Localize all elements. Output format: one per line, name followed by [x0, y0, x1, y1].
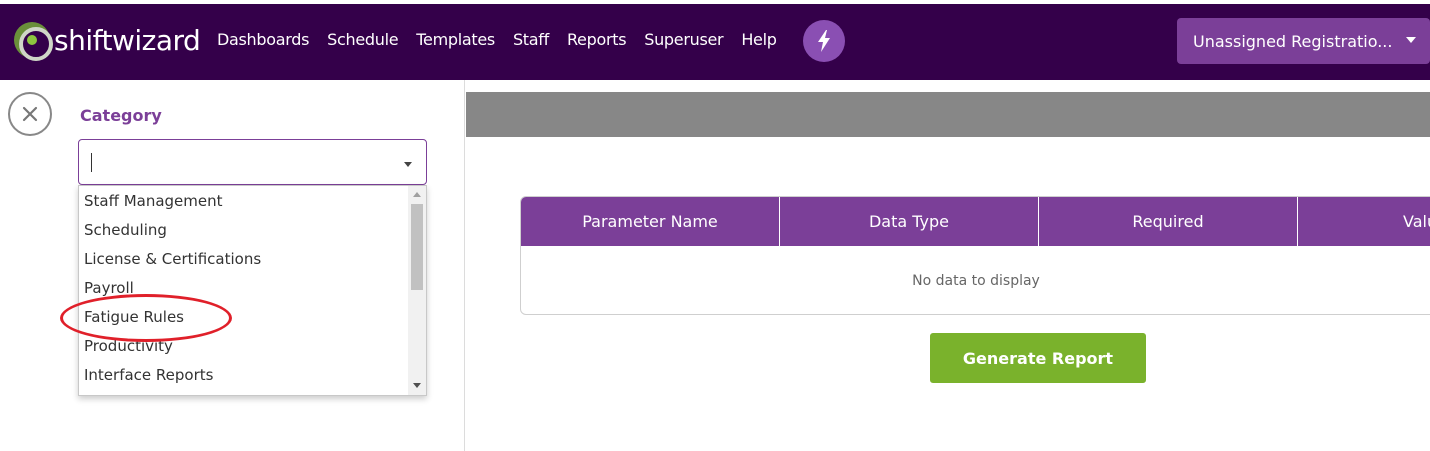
table-header: Parameter Name Data Type Required Valu: [521, 197, 1430, 246]
scroll-down-arrow-icon[interactable]: [413, 383, 421, 388]
column-data-type[interactable]: Data Type: [780, 197, 1039, 246]
scroll-thumb[interactable]: [411, 204, 423, 290]
account-dropdown[interactable]: Unassigned Registratio...: [1177, 18, 1430, 64]
category-label: Category: [80, 106, 162, 125]
nav-dashboards[interactable]: Dashboards: [217, 30, 309, 49]
shiftwizard-logo-icon: [14, 22, 53, 61]
option-staff-management[interactable]: Staff Management: [79, 187, 409, 216]
option-license-certifications[interactable]: License & Certifications: [79, 245, 409, 274]
column-value[interactable]: Valu: [1298, 197, 1430, 246]
nav-templates[interactable]: Templates: [416, 30, 495, 49]
nav-schedule[interactable]: Schedule: [327, 30, 398, 49]
report-title-bar: [466, 92, 1430, 137]
option-productivity[interactable]: Productivity: [79, 332, 409, 361]
option-payroll[interactable]: Payroll: [79, 274, 409, 303]
quick-actions-button[interactable]: [803, 20, 845, 62]
category-dropdown-list: Staff Management Scheduling License & Ce…: [78, 185, 427, 396]
column-parameter-name[interactable]: Parameter Name: [521, 197, 780, 246]
nav-help[interactable]: Help: [741, 30, 777, 49]
option-interface-reports[interactable]: Interface Reports: [79, 361, 409, 390]
top-navigation-bar: shiftwizard Dashboards Schedule Template…: [0, 0, 1430, 80]
column-required[interactable]: Required: [1039, 197, 1298, 246]
lightning-bolt-icon: [818, 30, 830, 52]
close-icon: [22, 106, 38, 122]
generate-report-button[interactable]: Generate Report: [930, 333, 1146, 383]
main-nav: Dashboards Schedule Templates Staff Repo…: [217, 30, 795, 49]
nav-reports[interactable]: Reports: [567, 30, 627, 49]
chevron-down-icon: [1406, 37, 1416, 43]
dropdown-scrollbar[interactable]: [408, 186, 426, 395]
close-sidebar-button[interactable]: [8, 92, 52, 136]
app-logo[interactable]: shiftwizard: [14, 20, 201, 61]
top-edge: [0, 0, 1430, 4]
chevron-down-icon[interactable]: [404, 162, 412, 167]
category-select[interactable]: [78, 139, 427, 185]
nav-superuser[interactable]: Superuser: [644, 30, 723, 49]
logo-text: shiftwizard: [54, 23, 201, 57]
option-fatigue-rules[interactable]: Fatigue Rules: [79, 303, 409, 332]
scroll-up-arrow-icon[interactable]: [413, 192, 421, 197]
text-cursor: [91, 153, 92, 172]
category-options: Staff Management Scheduling License & Ce…: [79, 187, 409, 390]
nav-staff[interactable]: Staff: [513, 30, 549, 49]
empty-table-message: No data to display: [912, 273, 1040, 289]
account-dropdown-label: Unassigned Registratio...: [1193, 31, 1393, 51]
option-scheduling[interactable]: Scheduling: [79, 216, 409, 245]
parameters-table: Parameter Name Data Type Required Valu N…: [520, 196, 1430, 315]
